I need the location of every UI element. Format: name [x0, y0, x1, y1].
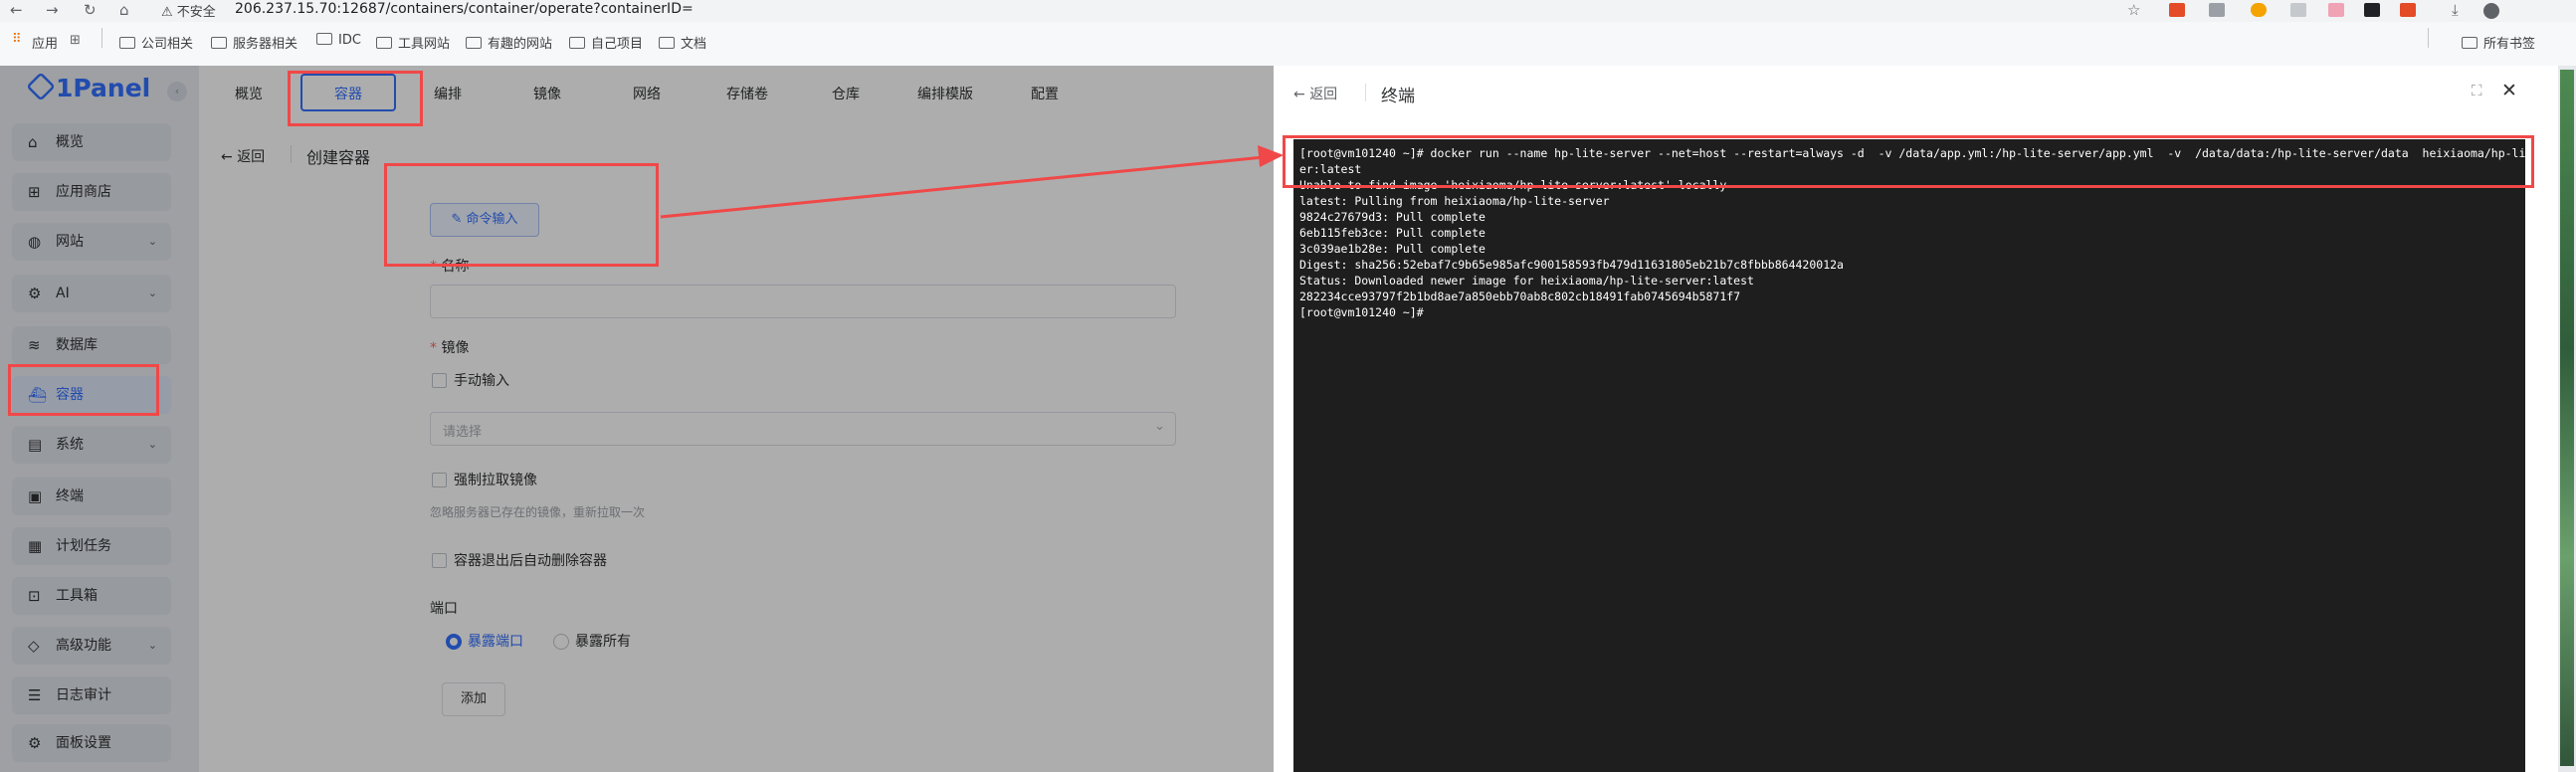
annotation-arrow [660, 145, 1284, 219]
arrow-shaft [660, 155, 1265, 219]
arrow-head [1258, 145, 1284, 167]
